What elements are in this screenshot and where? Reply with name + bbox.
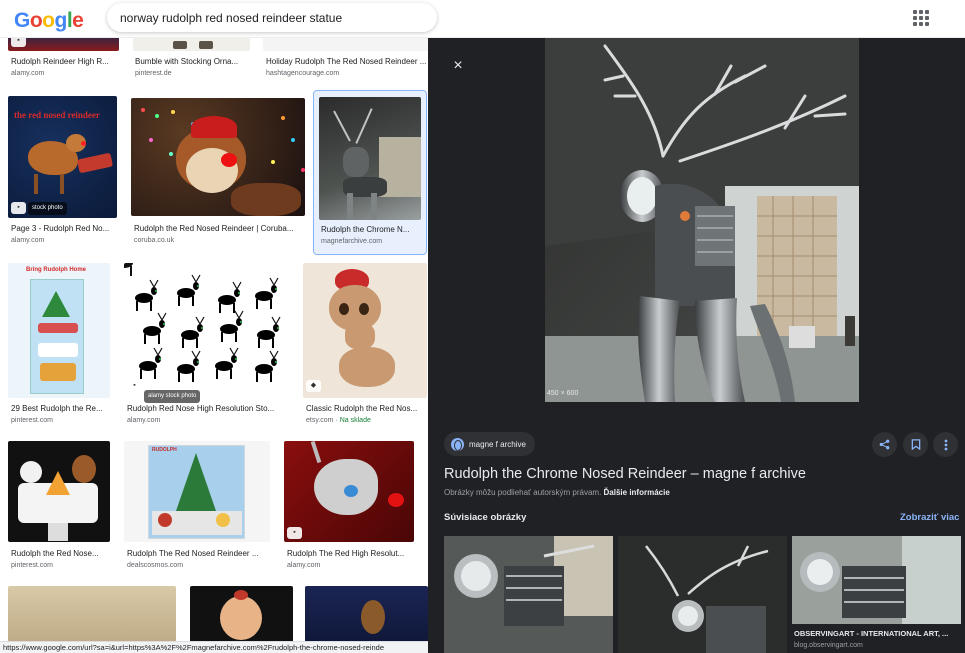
result-source: alamy.com [11, 70, 45, 77]
close-icon[interactable]: × [450, 58, 466, 74]
result-title: Holiday Rudolph The Red Nosed Reindeer .… [266, 57, 427, 66]
image-text: Bring Rudolph Home [26, 267, 86, 273]
result-source: pinterest.com [11, 562, 54, 569]
chrome-reindeer-photo [545, 36, 859, 402]
stock-photo-icon: ▪ [11, 38, 26, 47]
result-card[interactable]: ▪ Rudolph Reindeer High R... alamy.com [8, 38, 119, 90]
image-preview-panel: × 450 × 600 magne f archive Rudolph the … [428, 36, 965, 653]
related-image[interactable]: OBSERVINGART - INTERNATIONAL ART, ... bl… [792, 536, 961, 653]
result-thumbnail [263, 38, 428, 51]
search-box[interactable] [107, 3, 437, 32]
result-card[interactable]: ◆ Classic Rudolph the Red Nos... etsy.co… [303, 263, 427, 428]
result-thumbnail: RUDOLPH [124, 441, 270, 542]
related-image[interactable] [618, 536, 787, 653]
logo-letter: o [42, 9, 55, 32]
result-source: alamy.com [287, 562, 321, 569]
result-source: alamy.com [127, 417, 161, 424]
result-card[interactable]: ▪ alamy stock photo Rudolph Red Nose Hig… [124, 263, 290, 428]
result-title: Rudolph the Red Nose... [11, 549, 99, 558]
result-title: Rudolph The Red Nosed Reindeer ... [127, 549, 259, 558]
logo-letter: G [14, 9, 30, 32]
stock-photo-tag: stock photo [28, 202, 67, 215]
result-title: Rudolph Reindeer High R... [11, 57, 109, 66]
result-title: 29 Best Rudolph the Re... [11, 404, 103, 413]
result-card[interactable]: Bring Rudolph Home 29 Best Rudolph the R… [8, 263, 111, 428]
logo-letter: e [72, 9, 84, 32]
result-source: etsy.com · Na sklade [306, 417, 371, 424]
share-icon[interactable] [872, 432, 897, 457]
globe-icon [451, 437, 464, 451]
related-caption: OBSERVINGART - INTERNATIONAL ART, ... [794, 629, 949, 638]
result-thumbnail [284, 441, 414, 542]
search-input[interactable] [107, 3, 407, 32]
copyright-notice: Obrázky môžu podliehať autorským právam.… [444, 488, 670, 497]
result-source: hashtagencourage.com [266, 70, 340, 77]
result-card[interactable]: Bumble with Stocking Orna... pinterest.d… [133, 38, 250, 90]
result-title: Classic Rudolph the Red Nos... [306, 404, 418, 413]
related-thumbnail [792, 536, 961, 624]
result-source: dealscosmos.com [127, 562, 184, 569]
logo-letter: g [54, 9, 68, 32]
reindeer-silhouettes [124, 263, 289, 398]
result-thumbnail [124, 263, 289, 398]
result-title: Rudolph The Red High Resolut... [287, 549, 405, 558]
preview-image[interactable] [545, 36, 859, 402]
logo-letter: o [29, 9, 43, 32]
related-image[interactable] [444, 536, 613, 653]
source-chip[interactable]: magne f archive [444, 432, 535, 456]
result-thumbnail [8, 441, 110, 542]
result-card[interactable]: RUDOLPH Rudolph The Red Nosed Reindeer .… [124, 441, 272, 573]
result-title: Rudolph Red Nose High Resolution Sto... [127, 404, 275, 413]
bookmark-icon[interactable] [903, 432, 928, 457]
apps-grid-icon[interactable] [913, 10, 929, 26]
result-source: alamy.com [11, 237, 45, 244]
copyright-text: Obrázky môžu podliehať autorským právam. [444, 488, 602, 497]
result-source: magnefarchive.com [321, 238, 383, 245]
image-text: RUDOLPH [152, 447, 177, 453]
result-thumbnail [303, 263, 427, 398]
in-stock-label: Na sklade [339, 417, 371, 424]
stock-photo-icon: ▪ [11, 202, 26, 214]
result-title: Rudolph the Chrome N... [321, 225, 410, 234]
image-results-grid: ▪ Rudolph Reindeer High R... alamy.com B… [0, 38, 428, 653]
result-thumbnail: Bring Rudolph Home [8, 263, 110, 398]
image-dimensions: 450 × 600 [547, 390, 579, 397]
related-images-heading: Súvisiace obrázky [444, 512, 527, 523]
stock-photo-icon: ▪ [287, 527, 302, 539]
stock-photo-tag: alamy stock photo [144, 390, 201, 403]
link-status-bar: https://www.google.com/url?sa=i&url=http… [0, 641, 428, 653]
result-title: Page 3 - Rudolph Red No... [11, 224, 110, 233]
result-source: pinterest.de [135, 70, 172, 77]
result-source: pinterest.com [11, 417, 54, 424]
result-card[interactable]: Rudolph the Red Nose... pinterest.com [8, 441, 111, 573]
related-thumbnail [444, 536, 613, 653]
google-logo[interactable]: Google [14, 9, 84, 33]
result-card[interactable]: the red nosed reindeer ▪ stock photo Pag… [8, 96, 119, 246]
more-vert-icon[interactable] [933, 432, 958, 457]
result-thumbnail [133, 38, 250, 51]
result-source: coruba.co.uk [134, 237, 175, 244]
result-card-selected[interactable]: Rudolph the Chrome N... magnefarchive.co… [313, 90, 427, 255]
top-bar: Google [0, 0, 965, 38]
result-title: Rudolph the Red Nosed Reindeer | Coruba.… [134, 224, 294, 233]
more-info-link[interactable]: Ďalšie informácie [604, 488, 670, 497]
result-thumbnail [319, 97, 421, 220]
result-card[interactable]: Rudolph the Red Nosed Reindeer | Coruba.… [131, 98, 306, 248]
related-thumbnail [618, 536, 787, 653]
preview-title[interactable]: Rudolph the Chrome Nosed Reindeer – magn… [444, 466, 806, 482]
source-name: magne f archive [469, 439, 526, 449]
result-card[interactable]: ▪ Rudolph The Red High Resolut... alamy.… [284, 441, 414, 573]
result-source-domain: etsy.com [306, 417, 334, 424]
result-thumbnail [131, 98, 305, 216]
view-more-link[interactable]: Zobraziť viac [900, 512, 959, 523]
related-source: blog.observingart.com [794, 642, 863, 649]
result-card[interactable]: Holiday Rudolph The Red Nosed Reindeer .… [263, 38, 428, 90]
result-thumbnail: the red nosed reindeer [8, 96, 117, 218]
result-title: Bumble with Stocking Orna... [135, 57, 239, 66]
tag-icon: ◆ [306, 380, 321, 392]
stock-photo-icon: ▪ [127, 380, 142, 392]
